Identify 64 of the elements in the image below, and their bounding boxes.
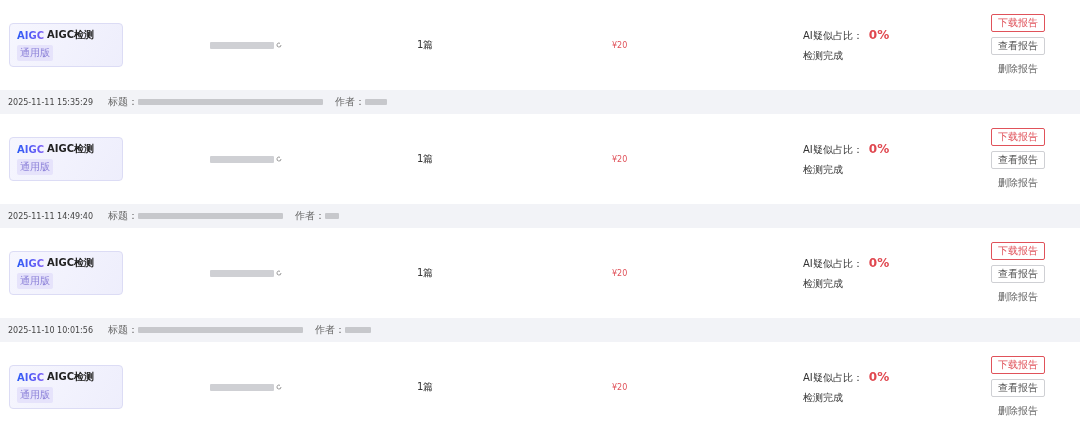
refresh-icon [276, 270, 282, 276]
price: ¥20 [612, 40, 629, 50]
product-logo: AIGC [17, 29, 44, 41]
delete-report-link[interactable]: 删除报告 [998, 174, 1038, 190]
edition-badge: 通用版 [17, 387, 53, 403]
download-report-button[interactable]: 下载报告 [991, 14, 1045, 32]
author-label: 作者： [314, 323, 345, 337]
article-count: 1篇 [417, 38, 435, 52]
check-status: 检测完成 [803, 276, 844, 291]
product-logo: AIGC [17, 371, 44, 383]
delete-report-link[interactable]: 删除报告 [998, 402, 1038, 418]
blurred-author [344, 327, 371, 333]
ai-ratio-value: 0% [868, 27, 890, 42]
download-report-button[interactable]: 下载报告 [991, 128, 1045, 146]
blurred-filename [210, 383, 274, 391]
check-status: 检测完成 [803, 390, 844, 405]
order-time: 2025-11-11 14:49:40 [8, 211, 93, 221]
product-logo: AIGC [17, 143, 44, 155]
blurred-filename [210, 155, 274, 163]
download-report-button[interactable]: 下载报告 [991, 242, 1045, 260]
ai-ratio-value: 0% [868, 141, 890, 156]
article-count: 1篇 [417, 266, 435, 280]
ai-ratio-label: AI疑似占比： [803, 256, 863, 271]
view-report-button[interactable]: 查看报告 [991, 37, 1045, 55]
view-report-button[interactable]: 查看报告 [991, 265, 1045, 283]
refresh-icon [276, 384, 282, 390]
title-label: 标题： [107, 209, 138, 223]
order-time: 2025-11-10 10:01:56 [8, 325, 93, 335]
view-report-button[interactable]: 查看报告 [991, 151, 1045, 169]
product-name: AIGC检测 [47, 370, 95, 384]
title-label: 标题： [107, 323, 138, 337]
author-label: 作者： [294, 209, 325, 223]
ai-ratio-label: AI疑似占比： [803, 370, 863, 385]
price: ¥20 [612, 382, 629, 392]
product-logo: AIGC [17, 257, 44, 269]
refresh-icon [276, 42, 282, 48]
ai-ratio-label: AI疑似占比： [803, 28, 863, 43]
check-status: 检测完成 [803, 48, 844, 63]
edition-badge: 通用版 [17, 45, 53, 61]
ai-ratio-label: AI疑似占比： [803, 142, 863, 157]
price: ¥20 [612, 154, 629, 164]
title-label: 标题： [107, 95, 138, 109]
blurred-filename [210, 269, 274, 277]
blurred-author [324, 213, 339, 219]
product-name: AIGC检测 [47, 142, 95, 156]
view-report-button[interactable]: 查看报告 [991, 379, 1045, 397]
article-count: 1篇 [417, 380, 435, 394]
price: ¥20 [612, 268, 629, 278]
blurred-filename [210, 41, 274, 49]
product-name: AIGC检测 [47, 28, 95, 42]
ai-ratio-value: 0% [868, 255, 890, 270]
check-status: 检测完成 [803, 162, 844, 177]
edition-badge: 通用版 [17, 159, 53, 175]
product-name: AIGC检测 [47, 256, 95, 270]
edition-badge: 通用版 [17, 273, 53, 289]
delete-report-link[interactable]: 删除报告 [998, 288, 1038, 304]
ai-ratio-value: 0% [868, 369, 890, 384]
order-time: 2025-11-11 15:35:29 [8, 97, 93, 107]
blurred-author [364, 99, 387, 105]
refresh-icon [276, 156, 282, 162]
article-count: 1篇 [417, 152, 435, 166]
delete-report-link[interactable]: 删除报告 [998, 60, 1038, 76]
download-report-button[interactable]: 下载报告 [991, 356, 1045, 374]
author-label: 作者： [334, 95, 365, 109]
